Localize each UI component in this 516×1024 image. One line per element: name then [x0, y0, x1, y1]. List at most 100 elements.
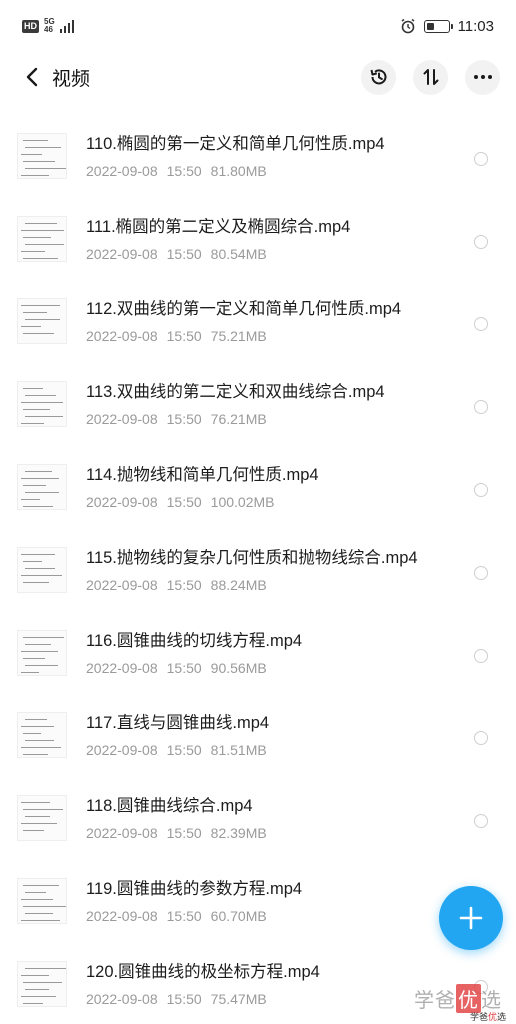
- list-item[interactable]: 119.圆锥曲线的参数方程.mp4 2022-09-08 15:50 60.70MB: [0, 864, 516, 947]
- file-meta: 2022-09-08 15:50 88.24MB: [86, 576, 456, 594]
- file-text: 117.直线与圆锥曲线.mp4 2022-09-08 15:50 81.51MB: [86, 711, 456, 759]
- select-radio[interactable]: [474, 400, 488, 415]
- sort-button[interactable]: [413, 59, 448, 95]
- select-radio[interactable]: [474, 482, 488, 497]
- file-size: 100.02MB: [210, 493, 275, 510]
- list-item[interactable]: 109.椭圆的标准方程.mp42022-09-0815:5082.61MB: [0, 102, 516, 119]
- more-button[interactable]: [465, 59, 500, 95]
- watermark-prefix: 学爸: [414, 988, 456, 1012]
- add-button[interactable]: [439, 886, 503, 950]
- back-button[interactable]: [18, 62, 48, 92]
- plus-icon: [459, 906, 483, 930]
- file-text: 114.抛物线和简单几何性质.mp4 2022-09-08 15:50 100.02M…: [86, 463, 456, 511]
- file-time: 15:50: [166, 742, 202, 759]
- list-item[interactable]: 116.圆锥曲线的切线方程.mp4 2022-09-08 15:50 90.56MB: [0, 616, 516, 699]
- watermark-small-suffix: 选: [497, 1013, 507, 1023]
- video-thumbnail: [17, 546, 67, 593]
- status-right: 11:03: [400, 18, 494, 35]
- history-button[interactable]: [361, 59, 396, 95]
- video-thumbnail: [17, 463, 67, 510]
- file-meta: 2022-09-08 15:50 100.02MB: [86, 493, 456, 511]
- video-thumbnail: [17, 629, 67, 676]
- file-date: 2022-09-08: [86, 328, 158, 345]
- watermark-small: 学爸优选: [470, 1010, 506, 1023]
- status-bar: HD 5G 46 11:03: [0, 0, 516, 52]
- more-icon: [473, 75, 492, 79]
- list-item[interactable]: 113.双曲线的第二定义和双曲线综合.mp4 2022-09-08 15:50 76.…: [0, 367, 516, 450]
- file-text: 111.椭圆的第二定义及椭圆综合.mp4 2022-09-08 15:50 80.54…: [86, 215, 456, 263]
- select-radio[interactable]: [474, 317, 488, 332]
- select-radio[interactable]: [474, 648, 488, 663]
- file-date: 2022-09-08: [86, 576, 158, 593]
- file-name: 116.圆锥曲线的切线方程.mp4: [86, 631, 303, 650]
- status-time: 11:03: [457, 17, 494, 35]
- network-sub: 46: [44, 25, 53, 34]
- file-date: 2022-09-08: [86, 659, 158, 676]
- file-date: 2022-09-08: [86, 245, 158, 262]
- alarm-icon: [401, 18, 415, 34]
- file-name: 115.抛物线的复杂几何性质和抛物线综合.mp4: [86, 548, 418, 567]
- file-time: 15:50: [166, 990, 202, 1007]
- list-item[interactable]: 115.抛物线的复杂几何性质和抛物线综合.mp4 2022-09-08 15:50 8…: [0, 533, 516, 616]
- file-time: 15:50: [166, 162, 202, 179]
- file-name: 117.直线与圆锥曲线.mp4: [86, 714, 270, 733]
- file-size: 82.39MB: [210, 825, 267, 842]
- list-item[interactable]: 111.椭圆的第二定义及椭圆综合.mp4 2022-09-08 15:50 80.54…: [0, 202, 516, 285]
- video-thumbnail: [17, 712, 67, 759]
- file-date: 2022-09-08: [86, 742, 158, 759]
- file-size: 75.21MB: [210, 328, 267, 345]
- file-name: 114.抛物线和简单几何性质.mp4: [86, 465, 319, 484]
- select-radio[interactable]: [474, 814, 488, 829]
- list-item[interactable]: 112.双曲线的第一定义和简单几何性质.mp4 2022-09-08 15:50 75…: [0, 284, 516, 367]
- file-meta: 2022-09-08 15:50 80.54MB: [86, 245, 456, 263]
- battery-icon: [423, 19, 453, 33]
- file-text: 115.抛物线的复杂几何性质和抛物线综合.mp4 2022-09-08 15:50 8…: [86, 546, 456, 594]
- list-item[interactable]: 114.抛物线和简单几何性质.mp4 2022-09-08 15:50 100.02M…: [0, 450, 516, 533]
- file-size: 80.54MB: [210, 245, 267, 262]
- file-text: 118.圆锥曲线综合.mp4 2022-09-08 15:50 82.39MB: [86, 794, 456, 842]
- network-badge: 5G 46: [44, 18, 55, 34]
- hd-badge: HD: [22, 19, 39, 33]
- file-list[interactable]: 109.椭圆的标准方程.mp42022-09-0815:5082.61MB 110…: [0, 102, 516, 1024]
- watermark-small-highlight: 优: [488, 1013, 498, 1023]
- video-thumbnail: [17, 132, 67, 179]
- file-time: 15:50: [166, 576, 202, 593]
- chevron-left-icon: [26, 67, 38, 87]
- file-text: 113.双曲线的第二定义和双曲线综合.mp4 2022-09-08 15:50 76.…: [86, 380, 456, 428]
- list-item[interactable]: 110.椭圆的第一定义和简单几何性质.mp4 2022-09-08 15:50 81.…: [0, 119, 516, 202]
- video-thumbnail: [17, 298, 67, 345]
- page-title: 视频: [52, 68, 91, 90]
- file-size: 81.80MB: [210, 162, 267, 179]
- list-item[interactable]: 118.圆锥曲线综合.mp4 2022-09-08 15:50 82.39MB: [0, 781, 516, 864]
- file-date: 2022-09-08: [86, 411, 158, 428]
- list-item[interactable]: 117.直线与圆锥曲线.mp4 2022-09-08 15:50 81.51MB: [0, 698, 516, 781]
- video-thumbnail: [17, 877, 67, 924]
- video-thumbnail: [17, 381, 67, 428]
- file-meta: 2022-09-08 15:50 76.21MB: [86, 410, 456, 428]
- file-size: 60.70MB: [210, 907, 267, 924]
- file-date: 2022-09-08: [86, 162, 158, 179]
- video-thumbnail: [17, 215, 67, 262]
- file-text: 112.双曲线的第一定义和简单几何性质.mp4 2022-09-08 15:50 75…: [86, 297, 456, 345]
- file-time: 15:50: [166, 659, 202, 676]
- watermark: 学爸 优 选: [414, 984, 502, 1013]
- file-date: 2022-09-08: [86, 825, 158, 842]
- file-meta: 2022-09-08 15:50 81.51MB: [86, 741, 456, 759]
- app-bar-actions: [361, 59, 500, 95]
- file-time: 15:50: [166, 411, 202, 428]
- file-meta: 2022-09-08 15:50 90.56MB: [86, 659, 456, 677]
- select-radio[interactable]: [474, 234, 488, 249]
- file-time: 15:50: [166, 245, 202, 262]
- file-size: 81.51MB: [210, 742, 267, 759]
- file-date: 2022-09-08: [86, 907, 158, 924]
- file-text: 119.圆锥曲线的参数方程.mp4 2022-09-08 15:50 60.70MB: [86, 877, 456, 925]
- file-meta: 2022-09-08 15:50 82.39MB: [86, 824, 456, 842]
- file-time: 15:50: [166, 825, 202, 842]
- file-meta: 2022-09-08 15:50 60.70MB: [86, 907, 456, 925]
- file-meta: 2022-09-08 15:50 75.21MB: [86, 327, 456, 345]
- select-radio[interactable]: [474, 731, 488, 746]
- file-name: 118.圆锥曲线综合.mp4: [86, 797, 253, 816]
- video-thumbnail: [17, 960, 67, 1007]
- select-radio[interactable]: [474, 565, 488, 580]
- select-radio[interactable]: [474, 151, 488, 166]
